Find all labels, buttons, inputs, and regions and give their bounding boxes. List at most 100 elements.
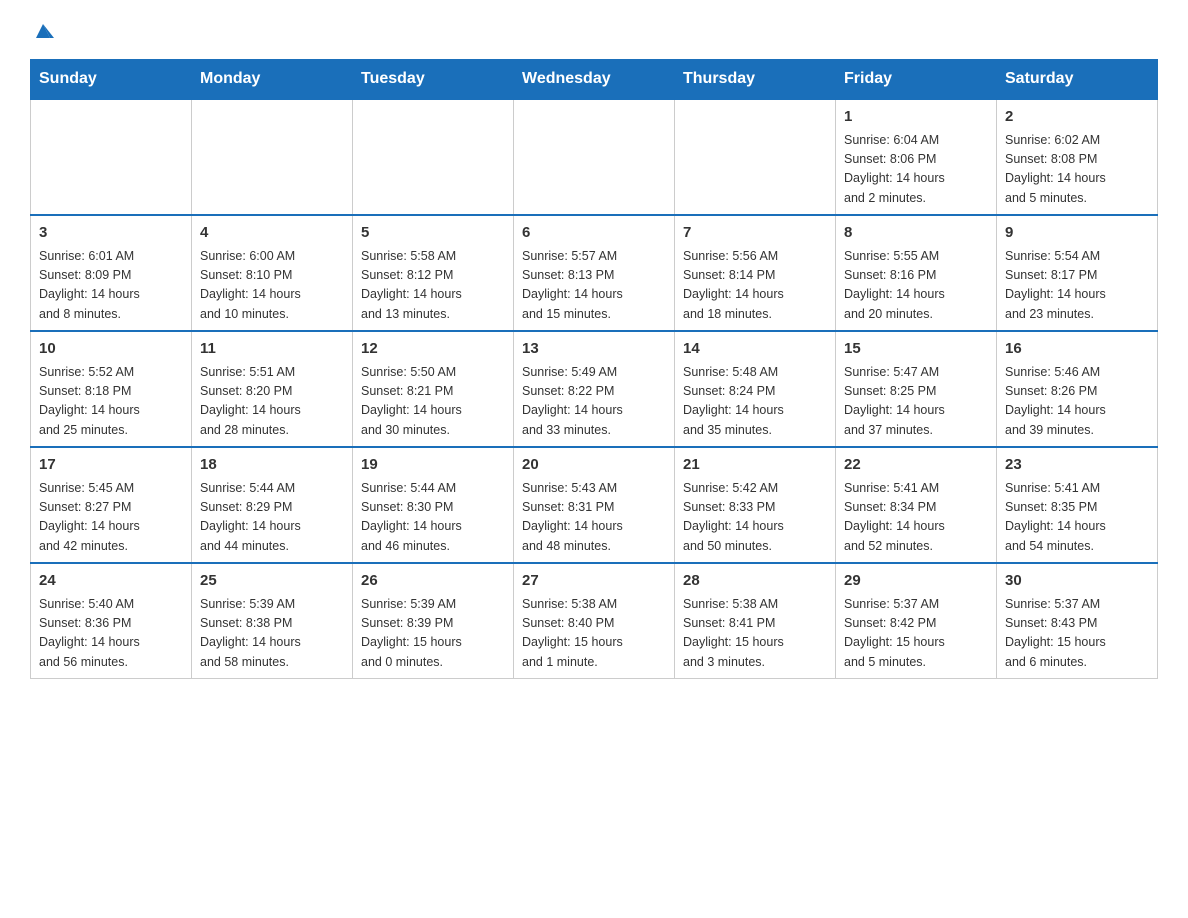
day-number: 2 — [1005, 106, 1149, 129]
weekday-header-monday: Monday — [192, 60, 353, 100]
day-info: Sunrise: 5:52 AMSunset: 8:18 PMDaylight:… — [39, 363, 183, 441]
calendar-day-18: 18Sunrise: 5:44 AMSunset: 8:29 PMDayligh… — [192, 447, 353, 563]
calendar-day-5: 5Sunrise: 5:58 AMSunset: 8:12 PMDaylight… — [353, 215, 514, 331]
calendar-day-2: 2Sunrise: 6:02 AMSunset: 8:08 PMDaylight… — [997, 99, 1158, 215]
calendar-day-4: 4Sunrise: 6:00 AMSunset: 8:10 PMDaylight… — [192, 215, 353, 331]
calendar-day-17: 17Sunrise: 5:45 AMSunset: 8:27 PMDayligh… — [31, 447, 192, 563]
day-number: 17 — [39, 454, 183, 477]
day-info: Sunrise: 5:37 AMSunset: 8:43 PMDaylight:… — [1005, 595, 1149, 673]
calendar-day-10: 10Sunrise: 5:52 AMSunset: 8:18 PMDayligh… — [31, 331, 192, 447]
day-info: Sunrise: 6:04 AMSunset: 8:06 PMDaylight:… — [844, 131, 988, 209]
day-info: Sunrise: 6:00 AMSunset: 8:10 PMDaylight:… — [200, 247, 344, 325]
calendar-header-row: SundayMondayTuesdayWednesdayThursdayFrid… — [31, 60, 1158, 100]
day-info: Sunrise: 5:47 AMSunset: 8:25 PMDaylight:… — [844, 363, 988, 441]
calendar-day-28: 28Sunrise: 5:38 AMSunset: 8:41 PMDayligh… — [675, 563, 836, 679]
day-number: 3 — [39, 222, 183, 245]
calendar-day-empty — [192, 99, 353, 215]
calendar-day-9: 9Sunrise: 5:54 AMSunset: 8:17 PMDaylight… — [997, 215, 1158, 331]
weekday-header-wednesday: Wednesday — [514, 60, 675, 100]
day-number: 24 — [39, 570, 183, 593]
day-number: 18 — [200, 454, 344, 477]
calendar-day-20: 20Sunrise: 5:43 AMSunset: 8:31 PMDayligh… — [514, 447, 675, 563]
calendar-day-14: 14Sunrise: 5:48 AMSunset: 8:24 PMDayligh… — [675, 331, 836, 447]
day-number: 10 — [39, 338, 183, 361]
day-info: Sunrise: 5:39 AMSunset: 8:39 PMDaylight:… — [361, 595, 505, 673]
day-number: 11 — [200, 338, 344, 361]
day-info: Sunrise: 5:38 AMSunset: 8:40 PMDaylight:… — [522, 595, 666, 673]
day-number: 29 — [844, 570, 988, 593]
day-number: 8 — [844, 222, 988, 245]
day-info: Sunrise: 5:38 AMSunset: 8:41 PMDaylight:… — [683, 595, 827, 673]
weekday-header-friday: Friday — [836, 60, 997, 100]
day-number: 23 — [1005, 454, 1149, 477]
day-number: 20 — [522, 454, 666, 477]
logo — [30, 20, 54, 39]
day-info: Sunrise: 5:49 AMSunset: 8:22 PMDaylight:… — [522, 363, 666, 441]
calendar-day-empty — [31, 99, 192, 215]
day-info: Sunrise: 5:54 AMSunset: 8:17 PMDaylight:… — [1005, 247, 1149, 325]
day-info: Sunrise: 5:57 AMSunset: 8:13 PMDaylight:… — [522, 247, 666, 325]
calendar-day-3: 3Sunrise: 6:01 AMSunset: 8:09 PMDaylight… — [31, 215, 192, 331]
day-info: Sunrise: 5:44 AMSunset: 8:30 PMDaylight:… — [361, 479, 505, 557]
calendar-day-27: 27Sunrise: 5:38 AMSunset: 8:40 PMDayligh… — [514, 563, 675, 679]
day-info: Sunrise: 5:44 AMSunset: 8:29 PMDaylight:… — [200, 479, 344, 557]
calendar-day-8: 8Sunrise: 5:55 AMSunset: 8:16 PMDaylight… — [836, 215, 997, 331]
calendar-day-12: 12Sunrise: 5:50 AMSunset: 8:21 PMDayligh… — [353, 331, 514, 447]
calendar-week-2: 3Sunrise: 6:01 AMSunset: 8:09 PMDaylight… — [31, 215, 1158, 331]
day-number: 9 — [1005, 222, 1149, 245]
day-info: Sunrise: 6:02 AMSunset: 8:08 PMDaylight:… — [1005, 131, 1149, 209]
day-info: Sunrise: 5:42 AMSunset: 8:33 PMDaylight:… — [683, 479, 827, 557]
calendar-day-19: 19Sunrise: 5:44 AMSunset: 8:30 PMDayligh… — [353, 447, 514, 563]
day-number: 15 — [844, 338, 988, 361]
calendar-week-3: 10Sunrise: 5:52 AMSunset: 8:18 PMDayligh… — [31, 331, 1158, 447]
day-number: 22 — [844, 454, 988, 477]
day-number: 27 — [522, 570, 666, 593]
calendar-day-21: 21Sunrise: 5:42 AMSunset: 8:33 PMDayligh… — [675, 447, 836, 563]
calendar-day-empty — [514, 99, 675, 215]
day-info: Sunrise: 5:55 AMSunset: 8:16 PMDaylight:… — [844, 247, 988, 325]
calendar-day-25: 25Sunrise: 5:39 AMSunset: 8:38 PMDayligh… — [192, 563, 353, 679]
day-info: Sunrise: 5:37 AMSunset: 8:42 PMDaylight:… — [844, 595, 988, 673]
calendar-week-4: 17Sunrise: 5:45 AMSunset: 8:27 PMDayligh… — [31, 447, 1158, 563]
day-info: Sunrise: 5:39 AMSunset: 8:38 PMDaylight:… — [200, 595, 344, 673]
day-info: Sunrise: 5:40 AMSunset: 8:36 PMDaylight:… — [39, 595, 183, 673]
calendar-day-24: 24Sunrise: 5:40 AMSunset: 8:36 PMDayligh… — [31, 563, 192, 679]
calendar-day-26: 26Sunrise: 5:39 AMSunset: 8:39 PMDayligh… — [353, 563, 514, 679]
logo-triangle-icon — [32, 20, 54, 45]
weekday-header-sunday: Sunday — [31, 60, 192, 100]
weekday-header-saturday: Saturday — [997, 60, 1158, 100]
calendar-day-16: 16Sunrise: 5:46 AMSunset: 8:26 PMDayligh… — [997, 331, 1158, 447]
day-info: Sunrise: 5:45 AMSunset: 8:27 PMDaylight:… — [39, 479, 183, 557]
day-number: 12 — [361, 338, 505, 361]
day-info: Sunrise: 5:58 AMSunset: 8:12 PMDaylight:… — [361, 247, 505, 325]
calendar-day-empty — [353, 99, 514, 215]
calendar-day-6: 6Sunrise: 5:57 AMSunset: 8:13 PMDaylight… — [514, 215, 675, 331]
day-number: 19 — [361, 454, 505, 477]
calendar-week-1: 1Sunrise: 6:04 AMSunset: 8:06 PMDaylight… — [31, 99, 1158, 215]
day-number: 5 — [361, 222, 505, 245]
day-number: 28 — [683, 570, 827, 593]
calendar-week-5: 24Sunrise: 5:40 AMSunset: 8:36 PMDayligh… — [31, 563, 1158, 679]
day-number: 13 — [522, 338, 666, 361]
weekday-header-thursday: Thursday — [675, 60, 836, 100]
day-number: 7 — [683, 222, 827, 245]
calendar-table: SundayMondayTuesdayWednesdayThursdayFrid… — [30, 59, 1158, 679]
calendar-day-7: 7Sunrise: 5:56 AMSunset: 8:14 PMDaylight… — [675, 215, 836, 331]
day-info: Sunrise: 5:48 AMSunset: 8:24 PMDaylight:… — [683, 363, 827, 441]
page-header — [30, 20, 1158, 39]
calendar-day-29: 29Sunrise: 5:37 AMSunset: 8:42 PMDayligh… — [836, 563, 997, 679]
day-info: Sunrise: 5:46 AMSunset: 8:26 PMDaylight:… — [1005, 363, 1149, 441]
calendar-day-empty — [675, 99, 836, 215]
day-number: 14 — [683, 338, 827, 361]
calendar-day-13: 13Sunrise: 5:49 AMSunset: 8:22 PMDayligh… — [514, 331, 675, 447]
day-number: 30 — [1005, 570, 1149, 593]
day-info: Sunrise: 5:50 AMSunset: 8:21 PMDaylight:… — [361, 363, 505, 441]
day-info: Sunrise: 5:43 AMSunset: 8:31 PMDaylight:… — [522, 479, 666, 557]
day-info: Sunrise: 5:41 AMSunset: 8:35 PMDaylight:… — [1005, 479, 1149, 557]
day-number: 25 — [200, 570, 344, 593]
day-number: 21 — [683, 454, 827, 477]
day-number: 26 — [361, 570, 505, 593]
day-number: 4 — [200, 222, 344, 245]
day-number: 6 — [522, 222, 666, 245]
day-number: 16 — [1005, 338, 1149, 361]
